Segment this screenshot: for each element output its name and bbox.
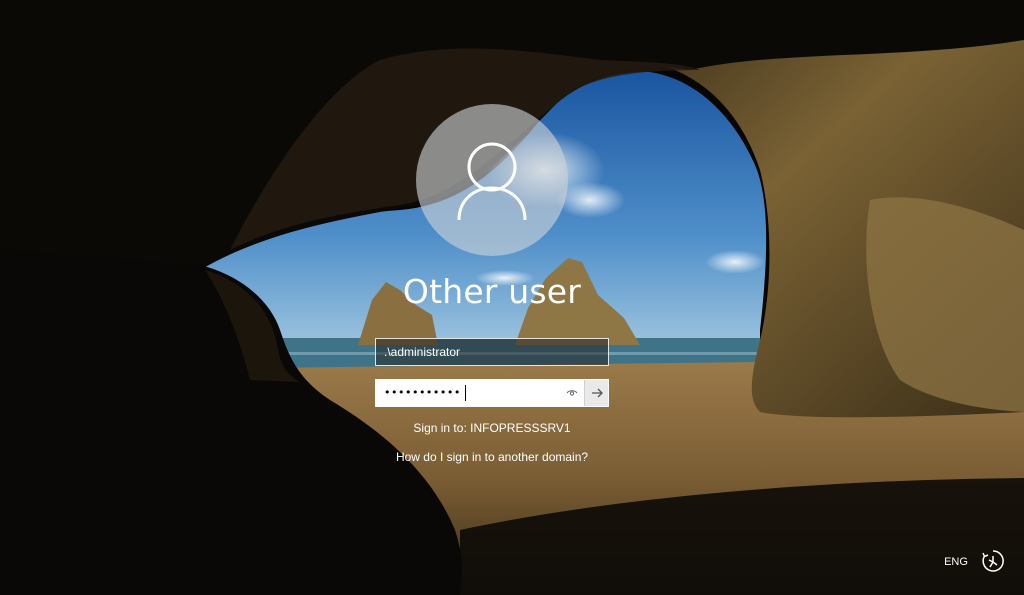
user-silhouette-icon: [457, 142, 527, 221]
lock-screen: Other user ••••••••••• Sign in to: INFOP…: [0, 0, 1024, 595]
user-name: Other user: [402, 272, 582, 311]
username-field[interactable]: [376, 339, 608, 365]
other-domain-link[interactable]: How do I sign in to another domain?: [342, 449, 642, 465]
password-field-wrapper: •••••••••••: [375, 379, 609, 407]
arrow-right-icon: [592, 388, 603, 398]
eye-icon: [566, 390, 578, 396]
ease-of-access-icon: [982, 550, 1004, 572]
sign-in-to-label: Sign in to: INFOPRESSSRV1: [413, 421, 571, 435]
ease-of-access-button[interactable]: [980, 548, 1006, 574]
password-field[interactable]: •••••••••••: [376, 380, 560, 406]
language-switcher[interactable]: ENG: [938, 554, 974, 570]
text-caret: [465, 385, 466, 401]
user-avatar: [416, 104, 568, 256]
username-field-wrapper: [375, 338, 609, 366]
submit-button[interactable]: [584, 380, 608, 406]
reveal-password-button[interactable]: [560, 380, 584, 406]
